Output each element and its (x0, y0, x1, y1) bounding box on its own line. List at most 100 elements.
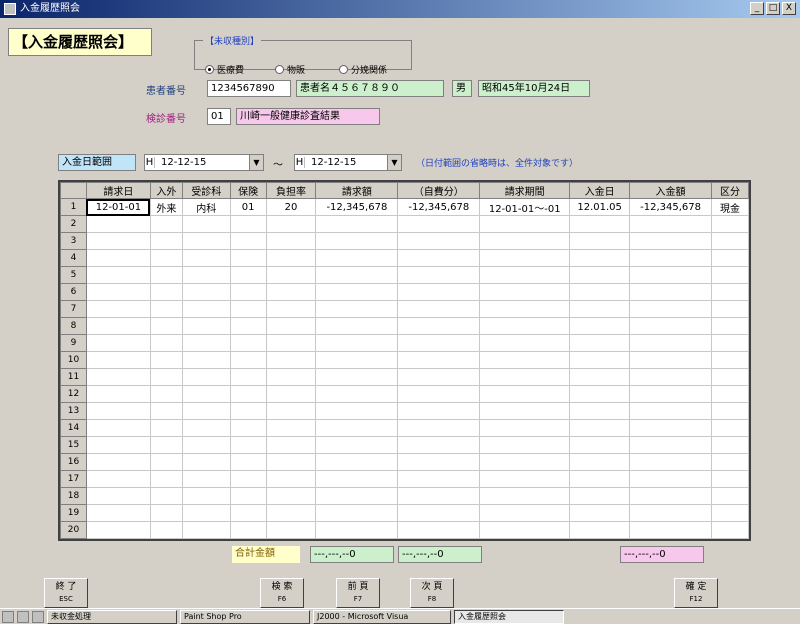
radio-merchandise[interactable]: 物販 (275, 63, 305, 76)
table-cell[interactable] (397, 436, 481, 454)
table-cell[interactable] (479, 470, 571, 488)
row-number[interactable]: 9 (60, 334, 87, 352)
table-cell[interactable] (629, 521, 712, 539)
row-number[interactable]: 14 (60, 419, 87, 437)
table-cell[interactable] (711, 453, 749, 471)
column-header[interactable]: 請求額 (315, 182, 399, 199)
table-cell[interactable] (149, 334, 183, 352)
table-cell[interactable] (711, 470, 749, 488)
table-cell[interactable] (397, 300, 481, 318)
table-cell[interactable] (629, 368, 712, 386)
table-cell[interactable] (711, 504, 749, 522)
table-row[interactable]: 3 (60, 232, 749, 250)
table-cell[interactable] (315, 266, 399, 284)
table-cell[interactable]: 20 (265, 198, 317, 216)
table-cell[interactable] (569, 436, 631, 454)
row-number[interactable]: 11 (60, 368, 87, 386)
table-cell[interactable] (711, 385, 749, 403)
table-cell[interactable] (397, 232, 481, 250)
table-cell[interactable] (569, 453, 631, 471)
insurance-code-input[interactable]: 01 (207, 108, 231, 125)
table-cell[interactable] (397, 402, 481, 420)
table-cell[interactable] (479, 334, 571, 352)
table-cell[interactable] (569, 419, 631, 437)
table-cell[interactable] (711, 249, 749, 267)
table-cell[interactable] (229, 215, 267, 233)
table-cell[interactable] (629, 249, 712, 267)
table-cell[interactable] (397, 249, 481, 267)
table-cell[interactable]: 12-01-01～-01 (479, 198, 571, 216)
table-cell[interactable] (265, 436, 317, 454)
exit-button[interactable]: 終 了 ESC (44, 578, 88, 608)
search-button[interactable]: 検 索 F6 (260, 578, 304, 608)
table-cell[interactable] (265, 368, 317, 386)
table-cell[interactable]: 現金 (711, 198, 749, 216)
table-row[interactable]: 13 (60, 402, 749, 420)
table-cell[interactable] (479, 300, 571, 318)
table-row[interactable]: 4 (60, 249, 749, 267)
table-cell[interactable] (569, 402, 631, 420)
table-cell[interactable] (85, 283, 151, 301)
table-cell[interactable] (479, 453, 571, 471)
column-header[interactable]: 入外 (149, 182, 183, 199)
table-cell[interactable] (315, 215, 399, 233)
table-cell[interactable] (149, 385, 183, 403)
column-header[interactable]: 区分 (711, 182, 749, 199)
table-cell[interactable] (149, 368, 183, 386)
table-cell[interactable] (149, 504, 183, 522)
table-cell[interactable] (229, 249, 267, 267)
column-header[interactable]: 負担率 (265, 182, 317, 199)
table-cell[interactable] (479, 368, 571, 386)
row-number[interactable]: 2 (60, 215, 87, 233)
table-cell[interactable] (149, 215, 183, 233)
maximize-button[interactable]: □ (766, 2, 780, 15)
taskbar-item[interactable]: J2000 - Microsoft Visua (313, 609, 451, 624)
table-cell[interactable] (569, 487, 631, 505)
table-cell[interactable] (711, 419, 749, 437)
table-cell[interactable] (229, 402, 267, 420)
table-cell[interactable] (479, 504, 571, 522)
column-header[interactable]: （自費分） (397, 182, 481, 199)
table-cell[interactable] (479, 215, 571, 233)
table-cell[interactable] (479, 436, 571, 454)
patient-number-input[interactable]: 1234567890 (207, 80, 291, 97)
table-cell[interactable] (181, 385, 231, 403)
table-cell[interactable]: -12,345,678 (315, 198, 399, 216)
table-cell[interactable]: 12-01-01 (85, 198, 151, 216)
dropdown-arrow-icon[interactable]: ▼ (387, 155, 401, 170)
table-cell[interactable] (315, 249, 399, 267)
table-cell[interactable] (181, 300, 231, 318)
row-number[interactable]: 15 (60, 436, 87, 454)
row-number[interactable]: 4 (60, 249, 87, 267)
row-number[interactable]: 17 (60, 470, 87, 488)
table-cell[interactable] (85, 334, 151, 352)
table-cell[interactable] (629, 487, 712, 505)
table-cell[interactable] (315, 300, 399, 318)
table-cell[interactable] (479, 487, 571, 505)
table-cell[interactable] (711, 487, 749, 505)
table-cell[interactable] (85, 436, 151, 454)
table-cell[interactable] (629, 402, 712, 420)
table-cell[interactable] (479, 249, 571, 267)
table-cell[interactable] (479, 351, 571, 369)
table-cell[interactable] (629, 351, 712, 369)
table-cell[interactable] (181, 470, 231, 488)
column-header[interactable]: 請求期間 (479, 182, 571, 199)
column-header[interactable]: 入金額 (629, 182, 712, 199)
table-cell[interactable] (181, 334, 231, 352)
table-cell[interactable] (397, 453, 481, 471)
table-cell[interactable]: 内科 (181, 198, 231, 216)
table-cell[interactable] (629, 470, 712, 488)
table-cell[interactable] (397, 487, 481, 505)
table-row[interactable]: 2 (60, 215, 749, 233)
table-cell[interactable] (149, 453, 183, 471)
table-cell[interactable] (229, 368, 267, 386)
table-cell[interactable] (85, 470, 151, 488)
table-cell[interactable] (315, 470, 399, 488)
table-cell[interactable] (85, 402, 151, 420)
table-cell[interactable] (569, 368, 631, 386)
table-cell[interactable] (85, 351, 151, 369)
table-cell[interactable] (85, 453, 151, 471)
table-cell[interactable] (229, 487, 267, 505)
table-cell[interactable] (229, 385, 267, 403)
